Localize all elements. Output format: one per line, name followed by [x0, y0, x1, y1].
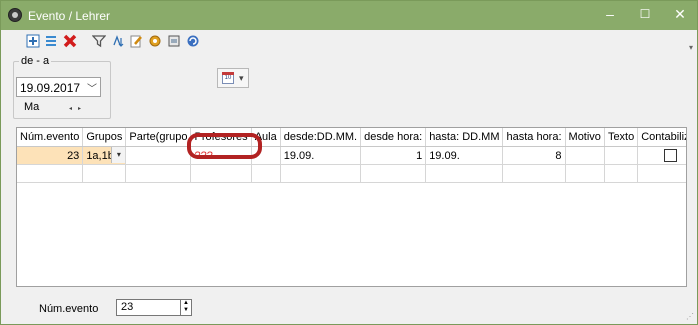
cell-parte[interactable]: [125, 146, 192, 165]
status-num-evento-label: Núm.evento: [39, 303, 99, 315]
resize-grip-icon[interactable]: ⋰: [686, 312, 694, 321]
cell-motivo[interactable]: [565, 146, 605, 165]
column-header-num-evento[interactable]: Núm.evento: [17, 128, 84, 147]
new-row[interactable]: [17, 164, 686, 183]
cell-contabilizar[interactable]: [637, 146, 686, 165]
settings-icon[interactable]: [147, 34, 163, 50]
maximize-button[interactable]: ☐: [628, 1, 662, 29]
empty-cell[interactable]: [637, 164, 686, 183]
list-icon[interactable]: [43, 34, 59, 50]
day-nav-arrows[interactable]: ◂▸: [69, 105, 87, 112]
empty-cell[interactable]: [190, 164, 252, 183]
empty-cell[interactable]: [17, 164, 84, 183]
table-row[interactable]: 23 1a,1b ▾ ??? 19.09. 1 19.09. 8: [17, 146, 686, 165]
empty-cell[interactable]: [565, 164, 605, 183]
column-header-texto[interactable]: Texto: [604, 128, 639, 147]
new-row-icon[interactable]: [25, 34, 41, 50]
empty-cell[interactable]: [251, 164, 281, 183]
cell-hasta-hora[interactable]: 8: [502, 146, 566, 165]
cell-hasta-fecha[interactable]: 19.09.: [425, 146, 504, 165]
column-header-parte[interactable]: Parte(grupo: [125, 128, 192, 147]
column-header-grupos[interactable]: Grupos: [82, 128, 127, 147]
column-header-desde-hora[interactable]: desde hora:: [360, 128, 427, 147]
calendar-icon: 10: [222, 72, 234, 84]
grid-header-row: Núm.evento Grupos Parte(grupo Profesores…: [17, 128, 686, 147]
edit-icon[interactable]: [128, 34, 144, 50]
chevron-down-icon[interactable]: ﹀: [87, 80, 97, 95]
cell-desde-fecha[interactable]: 19.09.: [280, 146, 362, 165]
empty-cell[interactable]: [82, 164, 127, 183]
sort-icon[interactable]: [110, 34, 126, 50]
filter-icon[interactable]: [91, 34, 107, 50]
status-bar: Núm.evento 23 ▲ ▼ ⋰: [1, 293, 697, 324]
empty-cell[interactable]: [604, 164, 639, 183]
toolbar: ▾: [1, 30, 697, 55]
events-grid[interactable]: Núm.evento Grupos Parte(grupo Profesores…: [16, 127, 687, 287]
delete-icon[interactable]: [62, 34, 78, 50]
column-header-desde-fecha[interactable]: desde:DD.MM.: [280, 128, 362, 147]
chevron-down-icon[interactable]: ▾: [111, 147, 125, 163]
chevron-down-icon[interactable]: ▾: [239, 73, 244, 84]
cell-grupos-value: 1a,1b: [86, 149, 114, 162]
minimize-button[interactable]: –: [593, 1, 627, 29]
column-header-motivo[interactable]: Motivo: [565, 128, 605, 147]
column-header-hasta-fecha[interactable]: hasta: DD.MM: [425, 128, 504, 147]
close-button[interactable]: ✕: [663, 1, 697, 29]
empty-cell[interactable]: [360, 164, 427, 183]
print-icon[interactable]: [166, 34, 182, 50]
date-range-label: de - a: [19, 55, 52, 67]
title-bar[interactable]: Evento / Lehrer – ☐ ✕: [1, 1, 697, 30]
contabilizar-checkbox[interactable]: [663, 149, 677, 162]
num-evento-input[interactable]: 23: [116, 299, 181, 316]
profesores-highlight-annotation: [187, 133, 262, 159]
main-window: Evento / Lehrer – ☐ ✕ ▾ de - a 19.09.201…: [0, 0, 698, 325]
empty-cell[interactable]: [502, 164, 566, 183]
calendar-button[interactable]: 10 ▾: [217, 68, 249, 88]
spin-up-icon[interactable]: ▲: [181, 300, 191, 307]
num-evento-spinner[interactable]: ▲ ▼: [181, 299, 192, 316]
column-header-hasta-hora[interactable]: hasta hora:: [502, 128, 566, 147]
spin-down-icon[interactable]: ▼: [181, 307, 191, 314]
date-picker[interactable]: 19.09.2017 ﹀: [16, 77, 101, 97]
empty-cell[interactable]: [280, 164, 362, 183]
cell-desde-hora[interactable]: 1: [360, 146, 427, 165]
weekday-label: Ma: [24, 101, 40, 113]
window-title: Evento / Lehrer: [28, 9, 111, 23]
cell-grupos[interactable]: 1a,1b ▾: [82, 146, 127, 165]
column-header-contabilizar[interactable]: Contabilizar: [637, 128, 686, 147]
cell-num-evento[interactable]: 23: [17, 146, 84, 165]
app-icon: [8, 8, 22, 22]
empty-cell[interactable]: [425, 164, 504, 183]
refresh-icon[interactable]: [185, 34, 201, 50]
toolbar-overflow-icon[interactable]: ▾: [689, 43, 693, 52]
date-value: 19.09.2017: [20, 81, 81, 95]
empty-cell[interactable]: [125, 164, 192, 183]
cell-texto[interactable]: [604, 146, 639, 165]
